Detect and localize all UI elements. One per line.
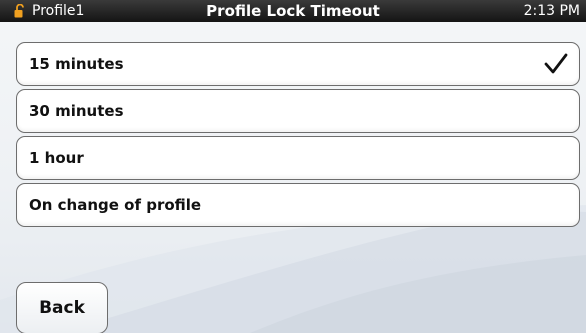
back-button-label: Back xyxy=(39,298,85,318)
clock: 2:13 PM xyxy=(523,3,580,19)
option-30-minutes[interactable]: 30 minutes xyxy=(16,89,580,133)
status-bar: Profile1 Profile Lock Timeout 2:13 PM xyxy=(0,0,586,22)
back-button[interactable]: Back xyxy=(16,282,108,333)
profile-name: Profile1 xyxy=(32,3,85,19)
timeout-options-list: 15 minutes 30 minutes 1 hour On change o… xyxy=(16,42,580,230)
unlocked-padlock-icon xyxy=(14,4,24,18)
option-label: On change of profile xyxy=(29,196,202,214)
option-label: 30 minutes xyxy=(29,102,124,120)
option-label: 15 minutes xyxy=(29,55,124,73)
checkmark-icon xyxy=(544,53,568,74)
option-on-change-of-profile[interactable]: On change of profile xyxy=(16,183,580,227)
page-title: Profile Lock Timeout xyxy=(206,2,380,20)
option-1-hour[interactable]: 1 hour xyxy=(16,136,580,180)
screen: Profile1 Profile Lock Timeout 2:13 PM 15… xyxy=(0,0,586,333)
option-label: 1 hour xyxy=(29,149,84,167)
option-15-minutes[interactable]: 15 minutes xyxy=(16,42,580,86)
profile-indicator[interactable]: Profile1 xyxy=(14,0,84,22)
